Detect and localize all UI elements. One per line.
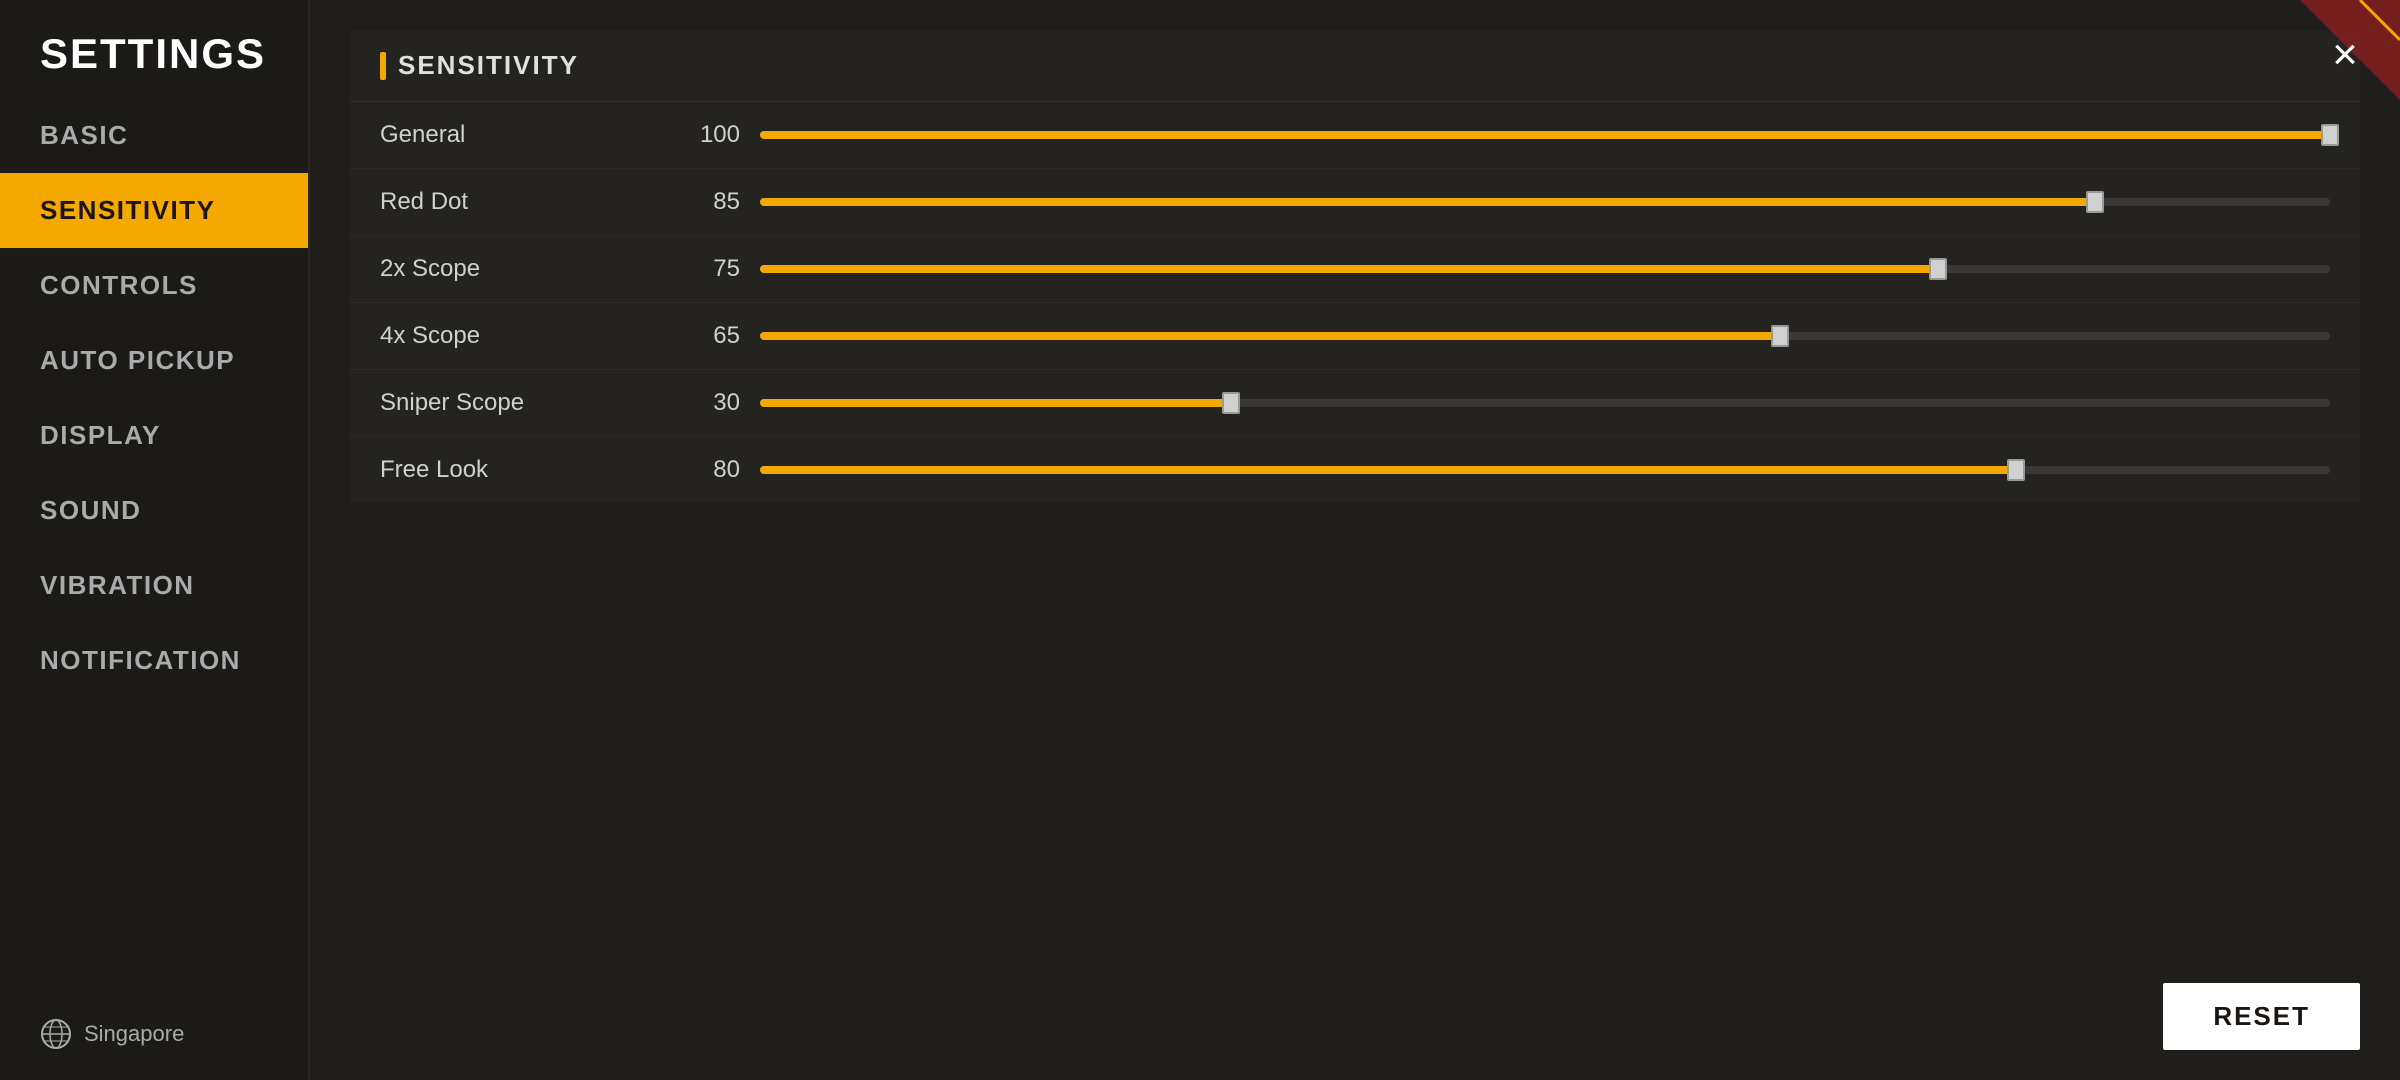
sidebar-footer: Singapore [0,988,308,1080]
sensitivity-row: 2x Scope75 [350,236,2360,303]
slider-fill-4 [760,399,1231,407]
slider-fill-1 [760,198,2095,206]
slider-container-3[interactable] [760,321,2330,351]
slider-thumb-2[interactable] [1929,258,1947,280]
slider-track-1 [760,198,2330,206]
slider-container-0[interactable] [760,120,2330,150]
slider-track-2 [760,265,2330,273]
slider-label-2: 2x Scope [380,255,660,283]
slider-container-1[interactable] [760,187,2330,217]
sensitivity-row: Sniper Scope30 [350,370,2360,437]
slider-track-3 [760,332,2330,340]
settings-panel: SENSITIVITY General100Red Dot852x Scope7… [350,30,2360,503]
sidebar-item-vibration[interactable]: VIBRATION [0,548,308,623]
slider-fill-2 [760,265,1938,273]
slider-label-0: General [380,121,660,149]
slider-value-1: 85 [660,188,740,216]
slider-label-4: Sniper Scope [380,389,660,417]
globe-icon [40,1018,72,1050]
settings-title: SETTINGS [0,0,308,98]
section-title: SENSITIVITY [398,50,579,81]
slider-fill-0 [760,131,2330,139]
section-header: SENSITIVITY [350,30,2360,102]
slider-thumb-5[interactable] [2007,459,2025,481]
slider-fill-5 [760,466,2016,474]
sensitivity-rows: General100Red Dot852x Scope754x Scope65S… [350,102,2360,503]
slider-value-5: 80 [660,456,740,484]
slider-thumb-0[interactable] [2321,124,2339,146]
slider-track-4 [760,399,2330,407]
sidebar-nav: BASICSENSITIVITYCONTROLSAUTO PICKUPDISPL… [0,98,308,988]
slider-label-5: Free Look [380,456,660,484]
sensitivity-row: General100 [350,102,2360,169]
sidebar-item-display[interactable]: DISPLAY [0,398,308,473]
section-indicator [380,52,386,80]
close-button[interactable]: × [2310,20,2380,90]
sensitivity-row: Free Look80 [350,437,2360,503]
sensitivity-row: Red Dot85 [350,169,2360,236]
sidebar-item-sensitivity[interactable]: SENSITIVITY [0,173,308,248]
region-label: Singapore [84,1021,184,1047]
slider-value-4: 30 [660,389,740,417]
slider-value-0: 100 [660,121,740,149]
slider-value-3: 65 [660,322,740,350]
sidebar-item-basic[interactable]: BASIC [0,98,308,173]
slider-track-5 [760,466,2330,474]
slider-fill-3 [760,332,1781,340]
slider-thumb-4[interactable] [1222,392,1240,414]
slider-track-0 [760,131,2330,139]
slider-container-2[interactable] [760,254,2330,284]
slider-value-2: 75 [660,255,740,283]
slider-thumb-3[interactable] [1771,325,1789,347]
slider-thumb-1[interactable] [2086,191,2104,213]
sensitivity-row: 4x Scope65 [350,303,2360,370]
slider-container-5[interactable] [760,455,2330,485]
sidebar-item-auto-pickup[interactable]: AUTO PICKUP [0,323,308,398]
slider-label-1: Red Dot [380,188,660,216]
sidebar: SETTINGS BASICSENSITIVITYCONTROLSAUTO PI… [0,0,310,1080]
reset-button[interactable]: RESET [2163,983,2360,1050]
main-content: × SENSITIVITY General100Red Dot852x Scop… [310,0,2400,1080]
slider-label-3: 4x Scope [380,322,660,350]
sidebar-item-notification[interactable]: NOTIFICATION [0,623,308,698]
sidebar-item-controls[interactable]: CONTROLS [0,248,308,323]
slider-container-4[interactable] [760,388,2330,418]
sidebar-item-sound[interactable]: SOUND [0,473,308,548]
